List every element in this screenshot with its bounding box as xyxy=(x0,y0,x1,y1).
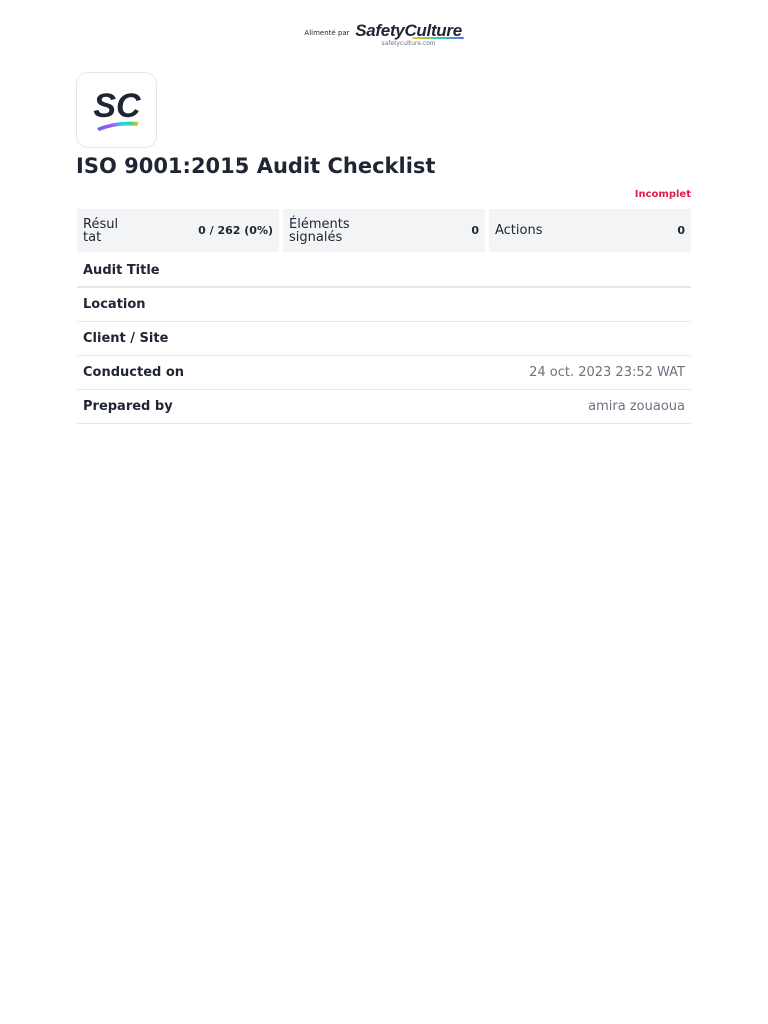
safetyculture-logo-icon: SC xyxy=(76,72,157,148)
powered-by-prefix: Alimenté par xyxy=(304,29,350,37)
stat-flagged: Éléments signalés 0 xyxy=(283,209,485,252)
info-row-audit-title: Audit Title xyxy=(77,254,691,288)
info-label: Client / Site xyxy=(83,331,169,346)
stats-summary: Résultat 0 / 262 (0%) Éléments signalés … xyxy=(77,209,691,252)
info-row-conducted-on: Conducted on 24 oct. 2023 23:52 WAT xyxy=(77,356,691,390)
info-label: Location xyxy=(83,297,146,312)
info-value: 24 oct. 2023 23:52 WAT xyxy=(529,365,685,380)
info-row-location: Location xyxy=(77,288,691,322)
brand-underline xyxy=(411,37,464,39)
sc-logo-mark: SC xyxy=(93,87,141,131)
info-label: Audit Title xyxy=(83,262,160,278)
stat-actions: Actions 0 xyxy=(489,209,691,252)
stat-score-label: Résultat xyxy=(83,216,119,245)
info-label: Prepared by xyxy=(83,399,173,414)
stat-actions-value: 0 xyxy=(677,224,685,237)
info-value: amira zouaoua xyxy=(588,399,685,414)
info-row-client-site: Client / Site xyxy=(77,322,691,356)
stat-flagged-value: 0 xyxy=(471,224,479,237)
brand-url: safetyculture.com xyxy=(381,40,436,47)
stat-actions-label: Actions xyxy=(495,223,543,238)
stat-flagged-label: Éléments signalés xyxy=(289,216,350,245)
audit-info-table: Audit Title Location Client / Site Condu… xyxy=(77,254,691,424)
info-label: Conducted on xyxy=(83,365,185,380)
status-badge: Incomplet xyxy=(634,189,691,200)
page-title: ISO 9001:2015 Audit Checklist xyxy=(76,154,436,178)
info-row-prepared-by: Prepared by amira zouaoua xyxy=(77,390,691,424)
powered-by-header: Alimenté par SafetyCulture safetyculture… xyxy=(0,22,768,47)
brand-logo: SafetyCulture safetyculture.com xyxy=(354,22,464,47)
stat-score-value: 0 / 262 (0%) xyxy=(198,224,273,237)
logo-text: SC xyxy=(93,87,141,125)
stat-score: Résultat 0 / 262 (0%) xyxy=(77,209,279,252)
